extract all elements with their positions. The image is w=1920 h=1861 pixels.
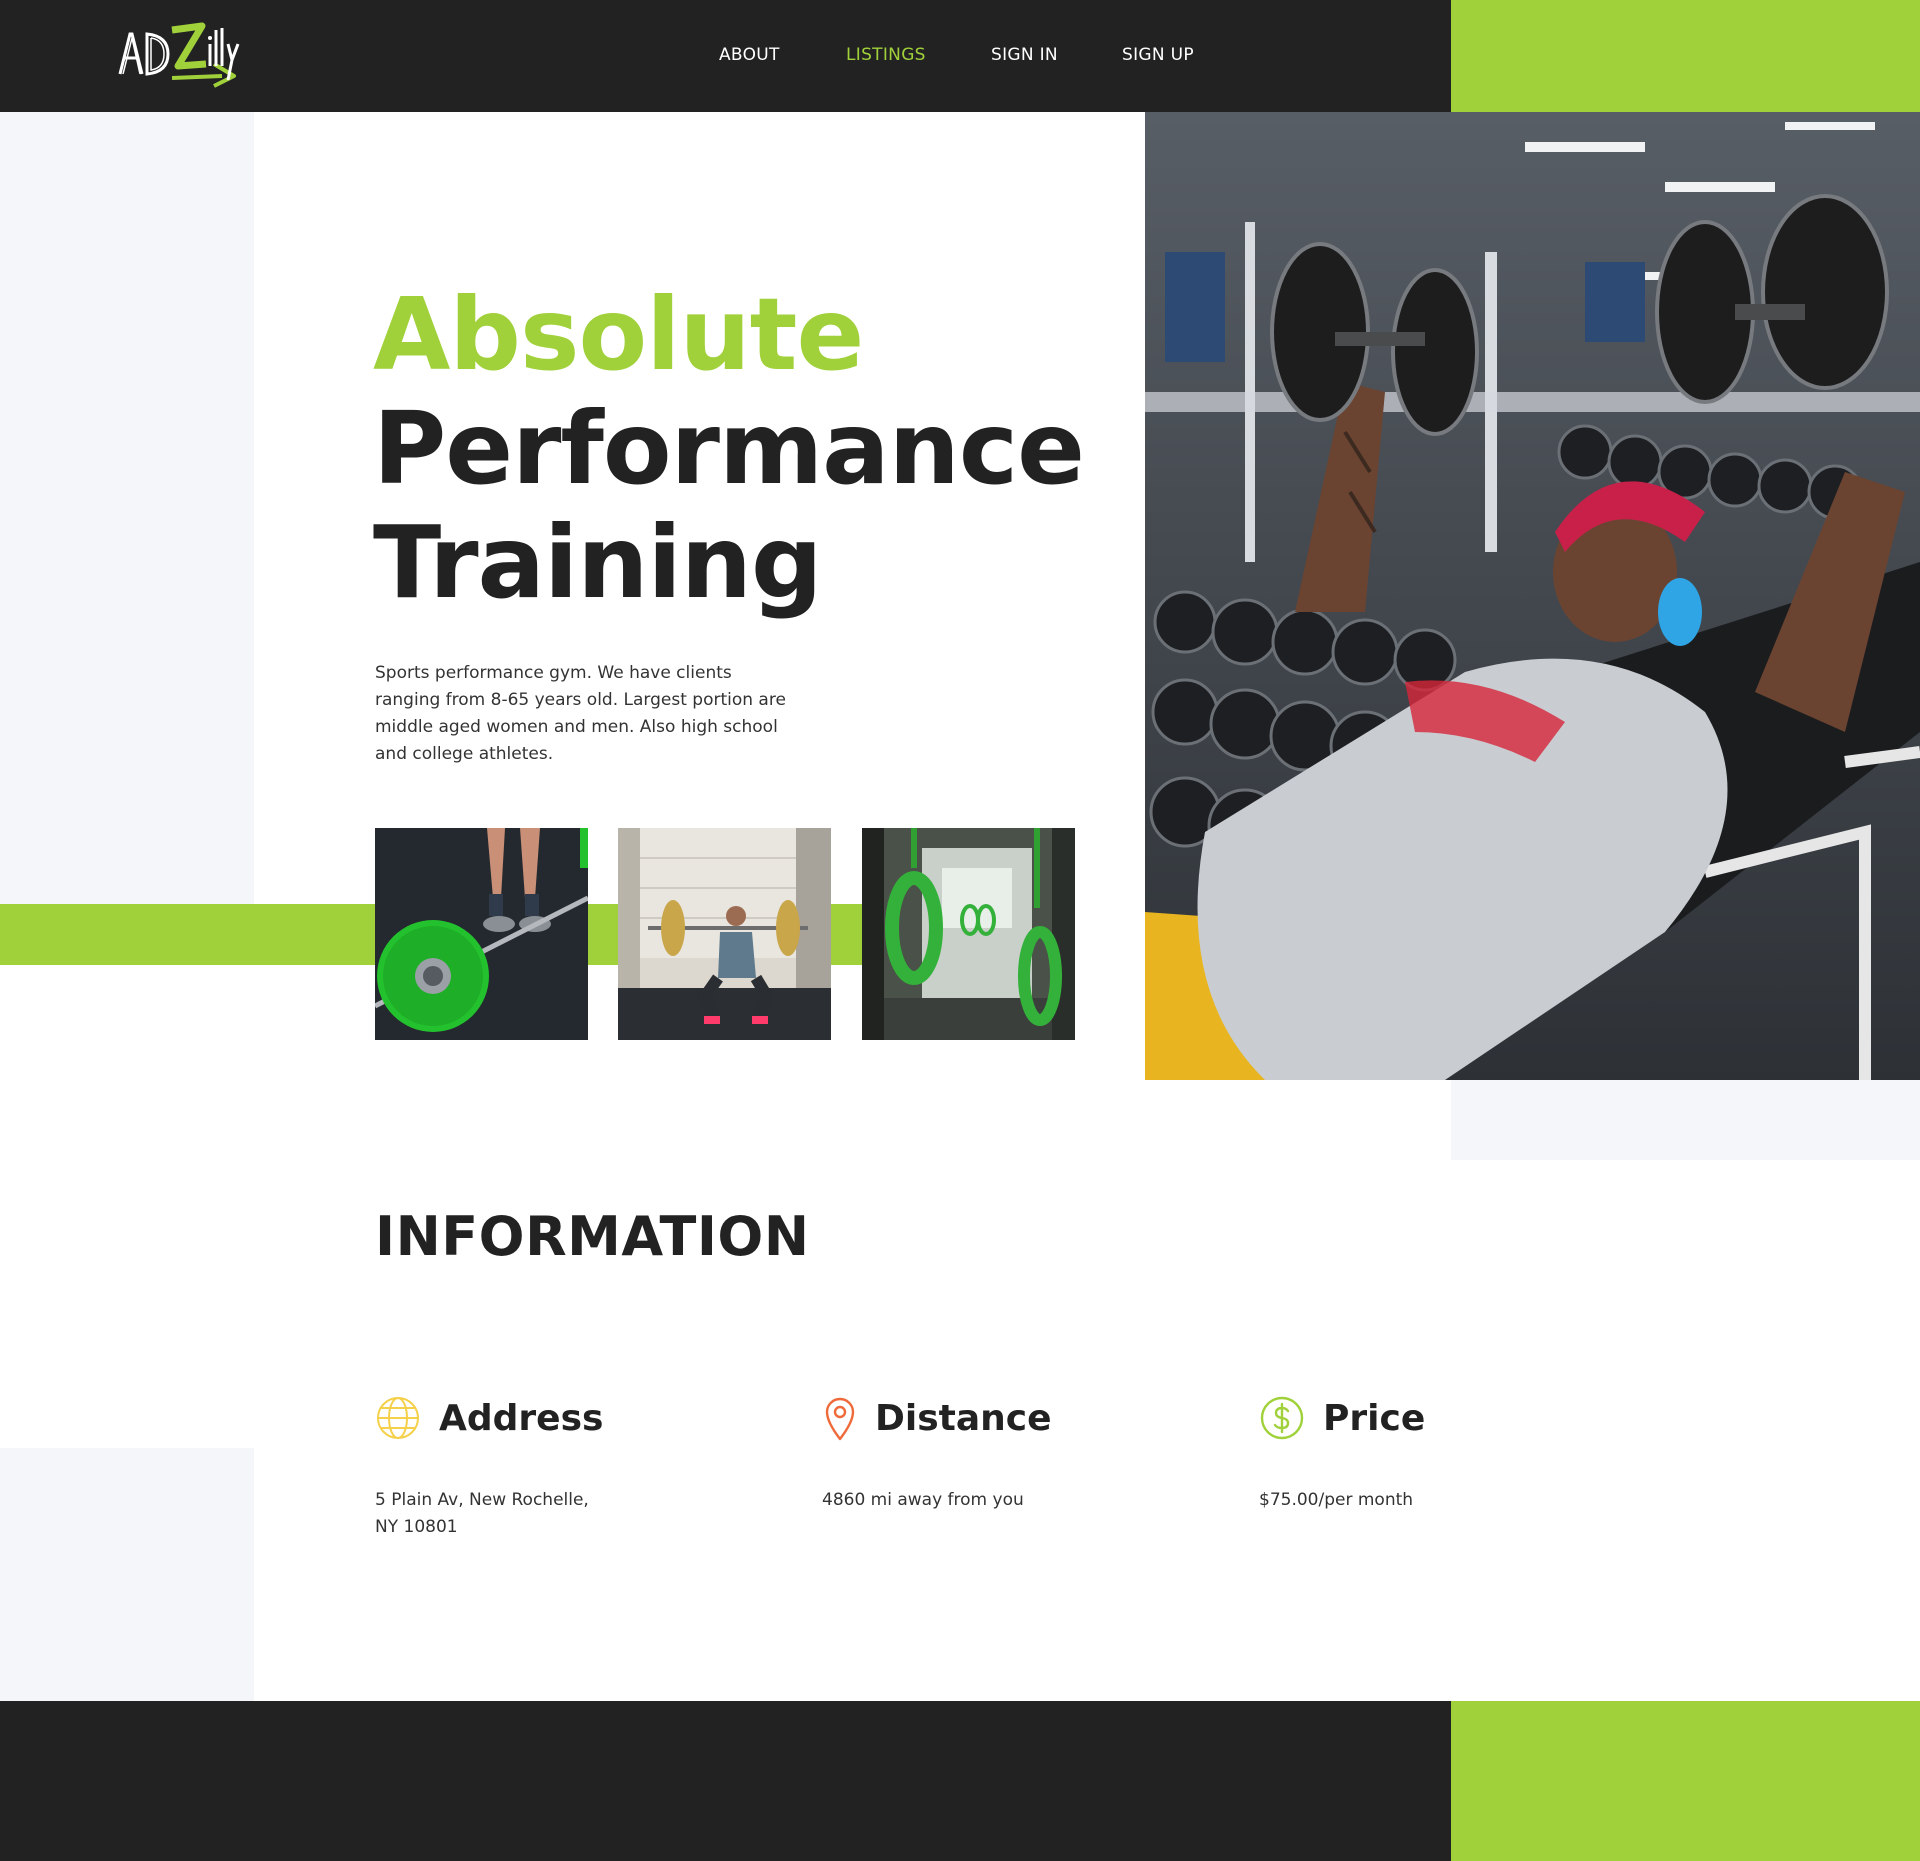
hero-title-line-2: Performance	[373, 390, 1085, 507]
info-address-header: Address	[375, 1395, 795, 1445]
nav-link-about[interactable]: ABOUT	[719, 45, 780, 65]
info-distance-label: Distance	[875, 1398, 1052, 1439]
info-address: Address 5 Plain Av, New Rochelle, NY 108…	[375, 1395, 795, 1537]
info-address-label: Address	[439, 1398, 604, 1439]
information-heading: INFORMATION	[375, 1205, 810, 1268]
gallery-thumbnail-rings[interactable]	[862, 828, 1075, 1040]
info-price-label: Price	[1323, 1398, 1426, 1439]
info-distance-header: Distance	[822, 1395, 1242, 1445]
info-price: Price $75.00/per month	[1259, 1395, 1679, 1510]
globe-icon	[377, 1397, 419, 1439]
background-panel-right	[1451, 1080, 1920, 1160]
background-panel-left	[0, 112, 254, 904]
header-accent-block	[1451, 0, 1920, 112]
address-line-2: NY 10801	[375, 1517, 458, 1537]
gallery-thumbnail-barbell[interactable]	[375, 828, 588, 1040]
hero-description: Sports performance gym. We have clients …	[375, 663, 786, 764]
site-footer	[0, 1701, 1451, 1861]
info-price-value: $75.00/per month	[1259, 1490, 1414, 1510]
footer-accent-block	[1451, 1701, 1920, 1861]
gallery-thumbnail-squat[interactable]	[618, 828, 831, 1040]
hero-image	[1145, 112, 1920, 1080]
hero-title-line-1: Absolute	[373, 276, 864, 393]
dollar-circle-icon	[1260, 1396, 1304, 1440]
main-nav: ABOUT LISTINGS SIGN IN SIGN UP	[0, 0, 1451, 112]
info-distance-value: 4860 mi away from you	[822, 1490, 1024, 1510]
address-line-1: 5 Plain Av, New Rochelle,	[375, 1490, 589, 1510]
info-price-header: Price	[1259, 1395, 1679, 1445]
info-distance: Distance 4860 mi away from you	[822, 1395, 1242, 1510]
nav-link-sign-up[interactable]: SIGN UP	[1122, 45, 1194, 65]
hero-title-line-3: Training	[373, 504, 823, 621]
hero-title: Absolute Performance Training	[373, 278, 1153, 620]
background-panel-left-bottom	[0, 1448, 254, 1701]
nav-link-sign-in[interactable]: SIGN IN	[991, 45, 1058, 65]
site-header: ABOUT LISTINGS SIGN IN SIGN UP	[0, 0, 1451, 112]
map-pin-icon	[825, 1397, 855, 1441]
info-address-value: 5 Plain Av, New Rochelle, NY 10801	[375, 1487, 635, 1541]
nav-link-listings[interactable]: LISTINGS	[846, 45, 926, 65]
